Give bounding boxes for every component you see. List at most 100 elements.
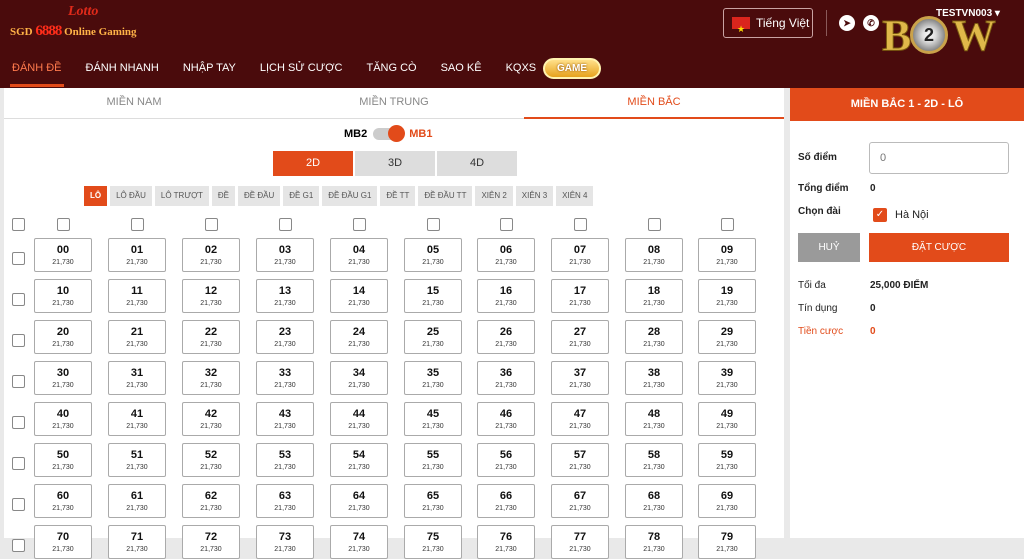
column-checkbox[interactable] [279, 218, 292, 231]
number-cell[interactable]: 04 21,730 [330, 238, 388, 272]
number-cell[interactable]: 56 21,730 [477, 443, 535, 477]
number-cell[interactable]: 28 21,730 [625, 320, 683, 354]
column-checkbox[interactable] [427, 218, 440, 231]
number-cell[interactable]: 23 21,730 [256, 320, 314, 354]
number-cell[interactable]: 42 21,730 [182, 402, 240, 436]
number-cell[interactable]: 55 21,730 [404, 443, 462, 477]
cancel-button[interactable]: Huỷ [798, 233, 860, 262]
row-checkbox[interactable] [12, 334, 25, 347]
number-cell[interactable]: 12 21,730 [182, 279, 240, 313]
digit-tab-1[interactable]: 3D [355, 151, 435, 176]
number-cell[interactable]: 75 21,730 [404, 525, 462, 559]
number-cell[interactable]: 44 21,730 [330, 402, 388, 436]
telegram-icon[interactable]: ➤ [839, 15, 855, 31]
bet-type-tab-3[interactable]: Đề [211, 186, 236, 206]
number-cell[interactable]: 27 21,730 [551, 320, 609, 354]
number-cell[interactable]: 07 21,730 [551, 238, 609, 272]
digit-tab-0[interactable]: 2D [273, 151, 353, 176]
row-checkbox[interactable] [12, 293, 25, 306]
number-cell[interactable]: 00 21,730 [34, 238, 92, 272]
bet-type-tab-6[interactable]: Đề đầu G1 [322, 186, 378, 206]
viber-icon[interactable]: ✆ [863, 15, 879, 31]
number-cell[interactable]: 11 21,730 [108, 279, 166, 313]
number-cell[interactable]: 21 21,730 [108, 320, 166, 354]
number-cell[interactable]: 26 21,730 [477, 320, 535, 354]
number-cell[interactable]: 68 21,730 [625, 484, 683, 518]
bet-type-tab-5[interactable]: Đề G1 [283, 186, 320, 206]
number-cell[interactable]: 10 21,730 [34, 279, 92, 313]
row-checkbox[interactable] [12, 416, 25, 429]
number-cell[interactable]: 37 21,730 [551, 361, 609, 395]
bet-type-tab-2[interactable]: Lô trượt [154, 186, 209, 206]
number-cell[interactable]: 17 21,730 [551, 279, 609, 313]
number-cell[interactable]: 57 21,730 [551, 443, 609, 477]
number-cell[interactable]: 58 21,730 [625, 443, 683, 477]
number-cell[interactable]: 60 21,730 [34, 484, 92, 518]
digit-tab-2[interactable]: 4D [437, 151, 517, 176]
region-tab-0[interactable]: Miền Nam [4, 88, 264, 118]
number-cell[interactable]: 49 21,730 [698, 402, 756, 436]
game-button[interactable]: GAME [543, 58, 601, 79]
bet-type-tab-7[interactable]: Đề TT [380, 186, 416, 206]
region-tab-1[interactable]: Miền Trung [264, 88, 524, 118]
number-cell[interactable]: 25 21,730 [404, 320, 462, 354]
number-cell[interactable]: 62 21,730 [182, 484, 240, 518]
bet-type-tab-10[interactable]: Xiên 3 [515, 186, 554, 206]
bet-type-tab-8[interactable]: Đề đầu TT [418, 186, 473, 206]
bet-type-tab-9[interactable]: Xiên 2 [475, 186, 513, 206]
number-cell[interactable]: 64 21,730 [330, 484, 388, 518]
number-cell[interactable]: 48 21,730 [625, 402, 683, 436]
nav-item-3[interactable]: Lịch sử cược [248, 56, 355, 88]
number-cell[interactable]: 65 21,730 [404, 484, 462, 518]
column-checkbox[interactable] [500, 218, 513, 231]
number-cell[interactable]: 66 21,730 [477, 484, 535, 518]
number-cell[interactable]: 47 21,730 [551, 402, 609, 436]
number-cell[interactable]: 71 21,730 [108, 525, 166, 559]
bet-type-tab-11[interactable]: Xiên 4 [556, 186, 594, 206]
number-cell[interactable]: 54 21,730 [330, 443, 388, 477]
number-cell[interactable]: 03 21,730 [256, 238, 314, 272]
number-cell[interactable]: 61 21,730 [108, 484, 166, 518]
number-cell[interactable]: 36 21,730 [477, 361, 535, 395]
number-cell[interactable]: 51 21,730 [108, 443, 166, 477]
nav-item-1[interactable]: Đánh nhanh [74, 56, 171, 88]
number-cell[interactable]: 63 21,730 [256, 484, 314, 518]
nav-item-4[interactable]: Tăng cò [354, 56, 428, 88]
select-all-checkbox[interactable] [12, 218, 25, 231]
number-cell[interactable]: 39 21,730 [698, 361, 756, 395]
number-cell[interactable]: 15 21,730 [404, 279, 462, 313]
number-cell[interactable]: 74 21,730 [330, 525, 388, 559]
row-checkbox[interactable] [12, 457, 25, 470]
row-checkbox[interactable] [12, 252, 25, 265]
bet-type-tab-1[interactable]: Lô đầu [110, 186, 152, 206]
column-checkbox[interactable] [648, 218, 661, 231]
mb-toggle[interactable]: MB2 MB1 [344, 125, 432, 143]
column-checkbox[interactable] [131, 218, 144, 231]
number-cell[interactable]: 31 21,730 [108, 361, 166, 395]
number-cell[interactable]: 29 21,730 [698, 320, 756, 354]
number-cell[interactable]: 16 21,730 [477, 279, 535, 313]
number-cell[interactable]: 79 21,730 [698, 525, 756, 559]
nav-item-2[interactable]: Nhập tay [171, 56, 248, 88]
number-cell[interactable]: 32 21,730 [182, 361, 240, 395]
number-cell[interactable]: 09 21,730 [698, 238, 756, 272]
number-cell[interactable]: 77 21,730 [551, 525, 609, 559]
number-cell[interactable]: 34 21,730 [330, 361, 388, 395]
number-cell[interactable]: 70 21,730 [34, 525, 92, 559]
number-cell[interactable]: 38 21,730 [625, 361, 683, 395]
column-checkbox[interactable] [205, 218, 218, 231]
region-tab-2[interactable]: Miền Bắc [524, 88, 784, 119]
points-input[interactable] [869, 142, 1009, 174]
language-selector[interactable]: Tiếng Việt [723, 8, 813, 43]
number-cell[interactable]: 18 21,730 [625, 279, 683, 313]
row-checkbox[interactable] [12, 375, 25, 388]
number-cell[interactable]: 24 21,730 [330, 320, 388, 354]
row-checkbox[interactable] [12, 498, 25, 511]
number-cell[interactable]: 76 21,730 [477, 525, 535, 559]
number-cell[interactable]: 52 21,730 [182, 443, 240, 477]
number-cell[interactable]: 59 21,730 [698, 443, 756, 477]
column-checkbox[interactable] [57, 218, 70, 231]
number-cell[interactable]: 05 21,730 [404, 238, 462, 272]
nav-item-5[interactable]: Sao kê [429, 56, 494, 88]
bet-type-tab-4[interactable]: Đề đầu [238, 186, 281, 206]
